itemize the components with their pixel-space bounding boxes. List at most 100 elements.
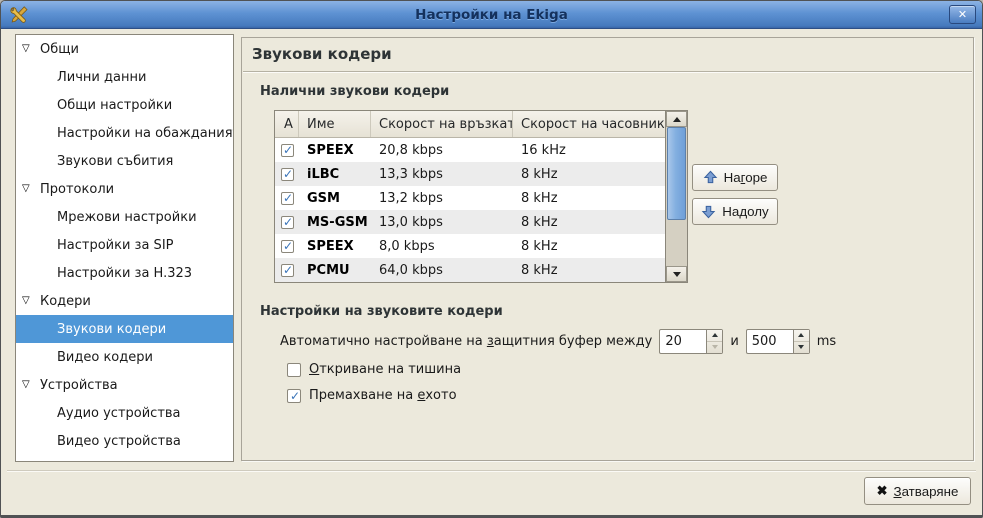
sidebar-item-label: Звукови кодери xyxy=(57,322,166,337)
go-down-icon xyxy=(701,204,716,219)
codec-table: A Име Скорост на връзката Скорост на час… xyxy=(274,110,688,283)
sidebar-item[interactable]: ▽ Кодери xyxy=(16,287,233,315)
jitter-max-spinner[interactable]: 500 xyxy=(746,329,810,354)
sidebar-item-label: Настройки на обажданията xyxy=(57,126,234,141)
expander-icon[interactable]: ▽ xyxy=(22,184,35,194)
codec-rows: SPEEX 20,8 kbps 16 kHz iLBC 13,3 kbps 8 … xyxy=(275,138,665,282)
silence-label[interactable]: Откриване на тишина xyxy=(309,362,461,377)
jitter-conjunction: и xyxy=(730,334,738,349)
silence-checkbox[interactable] xyxy=(287,363,301,377)
codec-enabled-checkbox[interactable] xyxy=(281,168,294,181)
codec-enabled-checkbox[interactable] xyxy=(281,240,294,253)
jitter-unit: ms xyxy=(817,334,836,349)
column-header-bitrate[interactable]: Скорост на връзката xyxy=(371,111,513,137)
spin-up-button[interactable] xyxy=(707,330,722,341)
sidebar-item-label: Протоколи xyxy=(40,182,114,197)
codec-table-row[interactable]: SPEEX 20,8 kbps 16 kHz xyxy=(275,138,665,162)
expander-icon[interactable]: ▽ xyxy=(22,380,35,390)
sidebar-item[interactable]: Видео кодери xyxy=(16,343,233,371)
move-up-button[interactable]: Нагоре xyxy=(692,164,778,191)
scroll-down-button[interactable] xyxy=(666,266,687,282)
codec-table-row[interactable]: iLBC 13,3 kbps 8 kHz xyxy=(275,162,665,186)
sidebar-item[interactable]: Звукови събития xyxy=(16,147,233,175)
codec-bitrate: 13,3 kbps xyxy=(371,167,513,182)
sidebar-item[interactable]: Настройки на обажданията xyxy=(16,119,233,147)
sidebar-item[interactable]: Настройки за H.323 xyxy=(16,259,233,287)
codec-enabled-checkbox[interactable] xyxy=(281,144,294,157)
expander-icon[interactable]: ▽ xyxy=(22,44,35,54)
tools-icon xyxy=(9,5,29,25)
jitter-buffer-row: Автоматично настройване на защитния буфе… xyxy=(280,328,836,354)
jitter-max-value[interactable]: 500 xyxy=(747,330,793,353)
sidebar-item[interactable]: Видео устройства xyxy=(16,427,233,455)
codec-table-row[interactable]: GSM 13,2 kbps 8 kHz xyxy=(275,186,665,210)
sidebar-item-label: Аудио устройства xyxy=(57,406,181,421)
codec-bitrate: 13,2 kbps xyxy=(371,191,513,206)
sidebar-item-label: Кодери xyxy=(40,294,91,309)
jitter-min-spinner[interactable]: 20 xyxy=(659,329,723,354)
spin-down-button[interactable] xyxy=(794,341,809,353)
sidebar-item[interactable]: Лични данни xyxy=(16,63,233,91)
codec-table-row[interactable]: PCMU 64,0 kbps 8 kHz xyxy=(275,258,665,282)
sidebar-item[interactable]: Настройки за SIP xyxy=(16,231,233,259)
column-header-clock[interactable]: Скорост на часовника xyxy=(513,111,665,137)
spin-down-button[interactable] xyxy=(707,341,722,353)
echo-label[interactable]: Премахване на ехото xyxy=(309,388,457,403)
sidebar-item-label: Видео устройства xyxy=(57,434,181,449)
move-down-button[interactable]: Надолу xyxy=(692,198,778,225)
sidebar-item[interactable]: Общи настройки xyxy=(16,91,233,119)
codec-enabled-checkbox[interactable] xyxy=(281,264,294,277)
codec-bitrate: 64,0 kbps xyxy=(371,263,513,278)
jitter-min-value[interactable]: 20 xyxy=(660,330,706,353)
sidebar-item-label: Общи xyxy=(40,42,79,57)
table-scrollbar[interactable] xyxy=(665,111,687,282)
sidebar-item-label: Настройки за SIP xyxy=(57,238,174,253)
spin-down-icon xyxy=(712,345,718,349)
codec-table-header: A Име Скорост на връзката Скорост на час… xyxy=(275,111,665,138)
titlebar[interactable]: Настройки на Ekiga ✕ xyxy=(1,1,982,29)
codec-name: SPEEX xyxy=(299,143,371,158)
sidebar-item[interactable]: Аудио устройства xyxy=(16,399,233,427)
expander-icon[interactable]: ▽ xyxy=(22,296,35,306)
codec-enabled-checkbox[interactable] xyxy=(281,192,294,205)
sidebar-tree: ▽ Общи Лични данни Общи настройки Настро… xyxy=(15,34,234,462)
titlebar-close-button[interactable]: ✕ xyxy=(949,5,976,24)
codec-name: PCMU xyxy=(299,263,371,278)
codec-name: iLBC xyxy=(299,167,371,182)
scrollbar-track[interactable] xyxy=(666,127,687,266)
spin-up-icon xyxy=(798,333,804,337)
codec-bitrate: 8,0 kbps xyxy=(371,239,513,254)
go-up-icon xyxy=(703,170,718,185)
sidebar-item-label: Звукови събития xyxy=(57,154,173,169)
echo-checkbox[interactable] xyxy=(287,389,301,403)
codec-clock: 8 kHz xyxy=(513,215,665,230)
column-header-name[interactable]: Име xyxy=(299,111,371,137)
column-header-active[interactable]: A xyxy=(275,111,299,137)
sidebar-item[interactable]: ▽ Общи xyxy=(16,35,233,63)
sidebar-item-label: Общи настройки xyxy=(57,98,172,113)
arrow-up-icon xyxy=(673,117,681,122)
scrollbar-thumb[interactable] xyxy=(667,127,686,220)
footer-separator xyxy=(7,470,976,472)
sidebar-item[interactable]: Звукови кодери xyxy=(16,315,233,343)
move-up-label: Нагоре xyxy=(724,170,768,185)
scroll-up-button[interactable] xyxy=(666,111,687,127)
codec-enabled-checkbox[interactable] xyxy=(281,216,294,229)
sidebar-item[interactable]: ▽ Протоколи xyxy=(16,175,233,203)
codec-clock: 8 kHz xyxy=(513,263,665,278)
close-button[interactable]: ✖ Затваряне xyxy=(864,477,971,505)
page-title: Звукови кодери xyxy=(252,45,392,63)
codec-table-row[interactable]: SPEEX 8,0 kbps 8 kHz xyxy=(275,234,665,258)
close-label: Затваряне xyxy=(894,484,959,499)
codec-clock: 8 kHz xyxy=(513,191,665,206)
sidebar-item[interactable]: Мрежови настройки xyxy=(16,203,233,231)
close-x-icon: ✖ xyxy=(877,483,888,499)
settings-section-heading: Настройки на звуковите кодери xyxy=(260,304,503,319)
window-title: Настройки на Ekiga xyxy=(1,7,982,23)
spin-up-button[interactable] xyxy=(794,330,809,341)
spin-up-icon xyxy=(712,333,718,337)
sidebar-item[interactable]: ▽ Устройства xyxy=(16,371,233,399)
codec-table-row[interactable]: MS-GSM 13,0 kbps 8 kHz xyxy=(275,210,665,234)
arrow-down-icon xyxy=(673,272,681,277)
move-down-label: Надолу xyxy=(722,204,768,219)
